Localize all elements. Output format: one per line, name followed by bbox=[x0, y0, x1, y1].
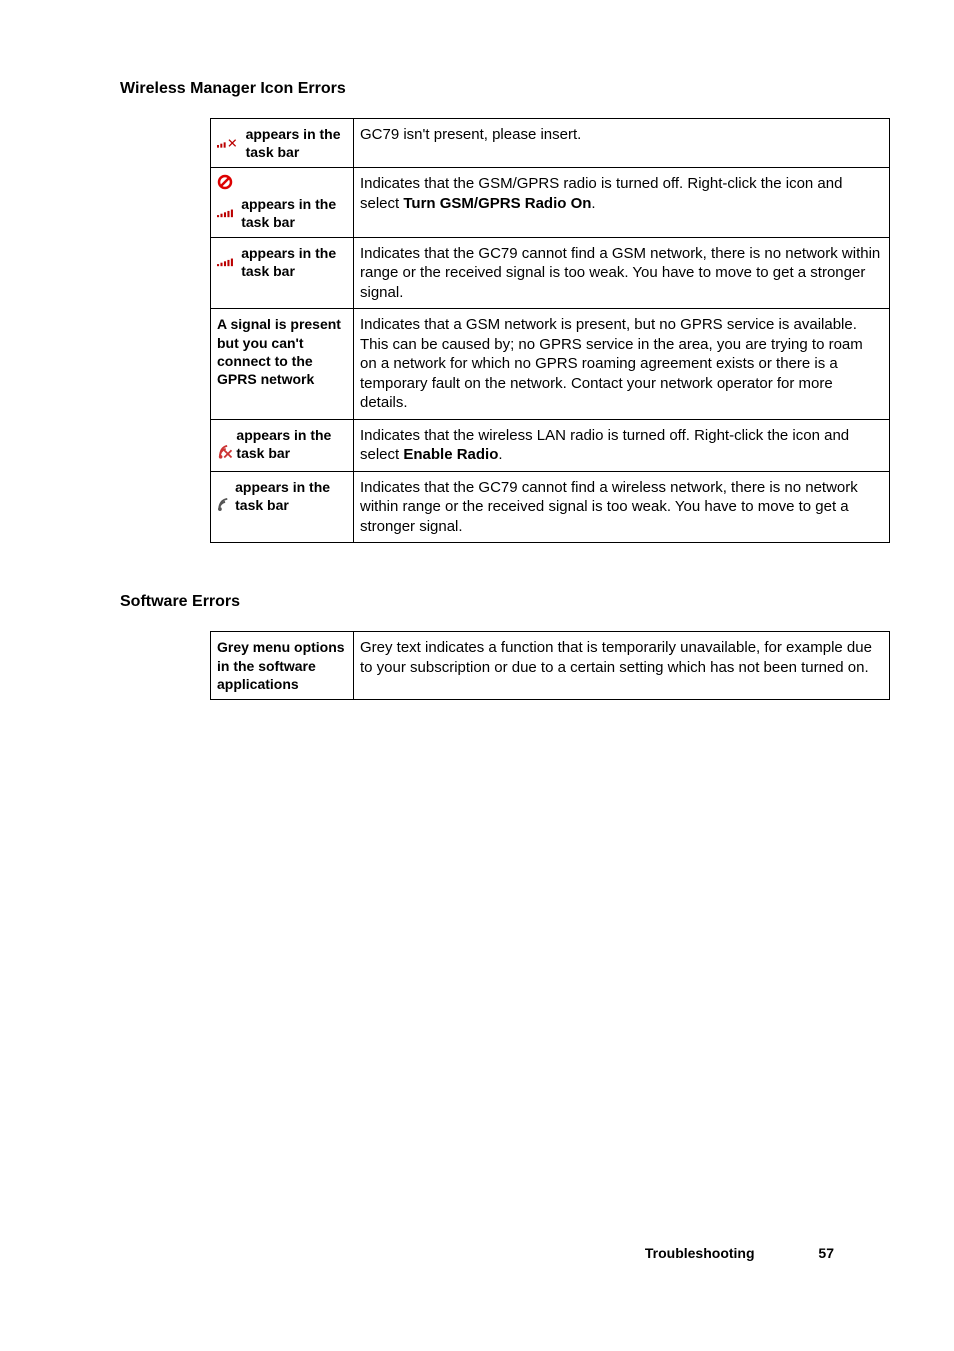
row-desc: GC79 isn't present, please insert. bbox=[354, 119, 890, 168]
row-label: A signal is present but you can't connec… bbox=[211, 309, 354, 420]
row-label: appears in the task bar bbox=[211, 419, 354, 471]
row-label: Grey menu options in the software applic… bbox=[211, 632, 354, 700]
page-footer: Troubleshooting 57 bbox=[645, 1245, 834, 1261]
desc-bold: Turn GSM/GPRS Radio On bbox=[403, 195, 591, 212]
row-label: appears in the task bar bbox=[211, 237, 354, 309]
wlan-icon bbox=[217, 494, 233, 514]
table-row: A signal is present but you can't connec… bbox=[211, 309, 890, 420]
row-desc: Indicates that the GC79 cannot find a GS… bbox=[354, 237, 890, 309]
footer-page-number: 57 bbox=[818, 1245, 834, 1261]
table-row: appears in the task bar Indicates that t… bbox=[211, 419, 890, 471]
row-desc: Indicates that a GSM network is present,… bbox=[354, 309, 890, 420]
row-desc: Indicates that the GC79 cannot find a wi… bbox=[354, 471, 890, 543]
label-text: appears in the task bar bbox=[241, 244, 347, 280]
row-label: appears in the task bar bbox=[211, 119, 354, 168]
table-row: appears in the task bar Indicates that t… bbox=[211, 168, 890, 238]
software-errors-table: Grey menu options in the software applic… bbox=[210, 631, 890, 700]
signal-x-icon bbox=[217, 136, 244, 150]
label-text: appears in the task bar bbox=[246, 125, 347, 161]
row-desc: Grey text indicates a function that is t… bbox=[354, 632, 890, 700]
table-row: Grey menu options in the software applic… bbox=[211, 632, 890, 700]
signal-bars-icon bbox=[217, 207, 239, 219]
row-label: appears in the task bar bbox=[211, 168, 354, 238]
wireless-errors-table: appears in the task bar GC79 isn't prese… bbox=[210, 118, 890, 543]
row-desc: Indicates that the wireless LAN radio is… bbox=[354, 419, 890, 471]
desc-bold: Enable Radio bbox=[403, 446, 498, 463]
no-entry-icon bbox=[217, 174, 233, 190]
heading-software-errors: Software Errors bbox=[120, 593, 834, 611]
table-row: appears in the task bar Indicates that t… bbox=[211, 237, 890, 309]
table-row: appears in the task bar GC79 isn't prese… bbox=[211, 119, 890, 168]
footer-title: Troubleshooting bbox=[645, 1245, 755, 1261]
row-desc: Indicates that the GSM/GPRS radio is tur… bbox=[354, 168, 890, 238]
desc-text: . bbox=[591, 195, 595, 212]
label-text: appears in the task bar bbox=[241, 195, 347, 231]
table-row: appears in the task bar Indicates that t… bbox=[211, 471, 890, 543]
row-label: appears in the task bar bbox=[211, 471, 354, 543]
label-text: appears in the task bar bbox=[236, 426, 347, 462]
desc-text: . bbox=[498, 446, 502, 463]
label-text: appears in the task bar bbox=[235, 478, 347, 514]
heading-wireless-errors: Wireless Manager Icon Errors bbox=[120, 80, 834, 98]
wlan-off-icon bbox=[217, 440, 234, 462]
signal-bars-icon bbox=[217, 256, 239, 268]
